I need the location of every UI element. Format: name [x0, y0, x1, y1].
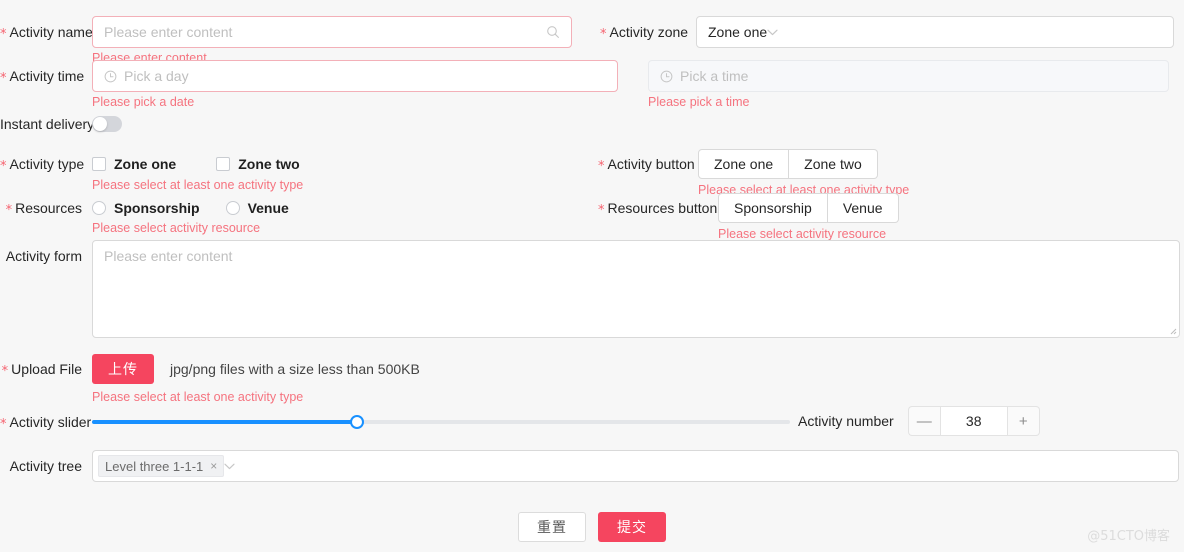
upload-hint: jpg/png files with a size less than 500K…	[170, 361, 420, 377]
toggle-knob	[93, 117, 107, 131]
search-icon[interactable]	[546, 25, 560, 39]
resources-error: Please select activity resource	[92, 221, 261, 235]
field-resources-button: * Resources button Sponsorship Venue Plea…	[598, 192, 899, 242]
resources-button-option-sponsorship[interactable]: Sponsorship	[718, 193, 828, 223]
resources-label: * Resources	[5, 200, 82, 218]
form-actions: 重置 提交	[0, 512, 1184, 542]
activity-name-input[interactable]: Please enter content	[92, 16, 572, 48]
activity-slider[interactable]	[92, 415, 790, 429]
activity-number-label: Activity number	[798, 413, 894, 429]
decrement-button[interactable]: —	[907, 406, 940, 436]
required-asterisk: *	[598, 159, 605, 174]
activity-form: * Activity name Please enter content Plea…	[0, 0, 1184, 552]
field-upload-file: * Upload File 上传 jpg/png files with a siz…	[0, 354, 420, 405]
activity-name-label: * Activity name	[0, 24, 93, 42]
activity-type-error: Please select at least one activity type	[92, 178, 304, 192]
activity-time-start-input[interactable]: Pick a day	[92, 60, 618, 92]
watermark: @51CTO博客	[1087, 529, 1170, 544]
field-activity-type: * Activity type Zone one Zone two Please …	[0, 148, 303, 193]
required-asterisk: *	[0, 417, 7, 432]
field-activity-number: Activity number — 38 +	[798, 406, 1040, 436]
activity-time-start-error: Please pick a date	[92, 95, 195, 109]
activity-type-option-zone-one[interactable]: Zone one	[92, 156, 176, 172]
upload-file-error: Please select at least one activity type	[92, 390, 304, 404]
activity-button-option-zone-one[interactable]: Zone one	[698, 149, 790, 179]
radio-icon[interactable]	[92, 201, 106, 215]
field-activity-button: * Activity button Zone one Zone two Pleas…	[598, 148, 909, 198]
instant-delivery-toggle[interactable]	[92, 116, 122, 132]
field-activity-time: * Activity time Pick a day Please pick a …	[0, 60, 630, 110]
chevron-down-icon[interactable]	[767, 29, 778, 36]
resources-button-option-venue[interactable]: Venue	[827, 193, 899, 223]
field-activity-time-end: Pick a time Please pick a time	[648, 60, 1178, 110]
resize-grip-icon[interactable]	[1167, 325, 1177, 335]
upload-button[interactable]: 上传	[92, 354, 154, 384]
resources-option-sponsorship[interactable]: Sponsorship	[92, 200, 200, 216]
submit-button[interactable]: 提交	[598, 512, 666, 542]
slider-track	[92, 420, 358, 424]
activity-form-placeholder: Please enter content	[104, 248, 233, 264]
required-asterisk: *	[600, 27, 607, 42]
activity-form-label: Activity form	[5, 248, 82, 264]
required-asterisk: *	[0, 159, 7, 174]
activity-type-option-zone-two[interactable]: Zone two	[216, 156, 300, 172]
field-instant-delivery: Instant delivery	[0, 108, 122, 140]
activity-name-placeholder: Please enter content	[104, 24, 233, 40]
required-asterisk: *	[5, 203, 13, 218]
instant-delivery-label: Instant delivery	[0, 116, 95, 132]
checkbox-icon[interactable]	[216, 157, 231, 171]
activity-button-label: * Activity button	[598, 156, 695, 174]
reset-button[interactable]: 重置	[518, 512, 586, 542]
field-activity-zone: * Activity zone Zone one	[600, 16, 1178, 50]
required-asterisk: *	[0, 71, 7, 86]
activity-tree-tag[interactable]: Level three 1-1-1 ×	[98, 455, 225, 477]
activity-tree-select[interactable]: Level three 1-1-1 ×	[92, 450, 1179, 482]
clock-icon	[660, 70, 673, 83]
field-activity-name: * Activity name Please enter content Plea…	[0, 16, 584, 66]
radio-icon[interactable]	[225, 201, 240, 215]
required-asterisk: *	[1, 364, 9, 379]
slider-handle[interactable]	[350, 415, 365, 429]
field-activity-slider: * Activity slider	[0, 406, 790, 440]
activity-slider-label: * Activity slider	[0, 414, 92, 432]
increment-button[interactable]: +	[1007, 406, 1040, 436]
activity-type-label: * Activity type	[0, 156, 85, 174]
resources-button-label: * Resources button	[598, 200, 718, 218]
activity-time-end-error: Please pick a time	[648, 95, 750, 109]
upload-file-label: * Upload File	[1, 361, 82, 379]
activity-time-label: * Activity time	[0, 68, 85, 86]
activity-button-group[interactable]: Zone one Zone two	[698, 149, 878, 179]
resources-button-group[interactable]: Sponsorship Venue	[718, 193, 899, 223]
field-resources: * Resources Sponsorship Venue Please sele…	[0, 192, 289, 236]
activity-zone-select[interactable]: Zone one	[696, 16, 1174, 48]
activity-button-option-zone-two[interactable]: Zone two	[789, 149, 878, 179]
close-icon[interactable]: ×	[210, 459, 217, 473]
activity-zone-label: * Activity zone	[600, 24, 689, 42]
activity-time-end-input[interactable]: Pick a time	[648, 60, 1169, 92]
activity-time-end-placeholder: Pick a time	[680, 68, 749, 84]
chevron-down-icon[interactable]	[224, 463, 235, 470]
activity-number-value[interactable]: 38	[939, 406, 1008, 436]
required-asterisk: *	[0, 27, 7, 42]
field-activity-form: Activity form Please enter content	[0, 240, 1180, 338]
activity-zone-value: Zone one	[708, 24, 768, 40]
checkbox-icon[interactable]	[92, 157, 106, 171]
field-activity-tree: Activity tree Level three 1-1-1 ×	[0, 450, 1180, 482]
resources-option-venue[interactable]: Venue	[225, 200, 289, 216]
activity-form-textarea[interactable]: Please enter content	[92, 240, 1180, 338]
activity-number-stepper[interactable]: — 38 +	[907, 406, 1040, 436]
activity-time-start-placeholder: Pick a day	[124, 68, 189, 84]
required-asterisk: *	[598, 203, 605, 218]
activity-tree-tag-label: Level three 1-1-1	[105, 458, 204, 474]
clock-icon	[104, 70, 117, 83]
activity-tree-label: Activity tree	[9, 458, 82, 474]
